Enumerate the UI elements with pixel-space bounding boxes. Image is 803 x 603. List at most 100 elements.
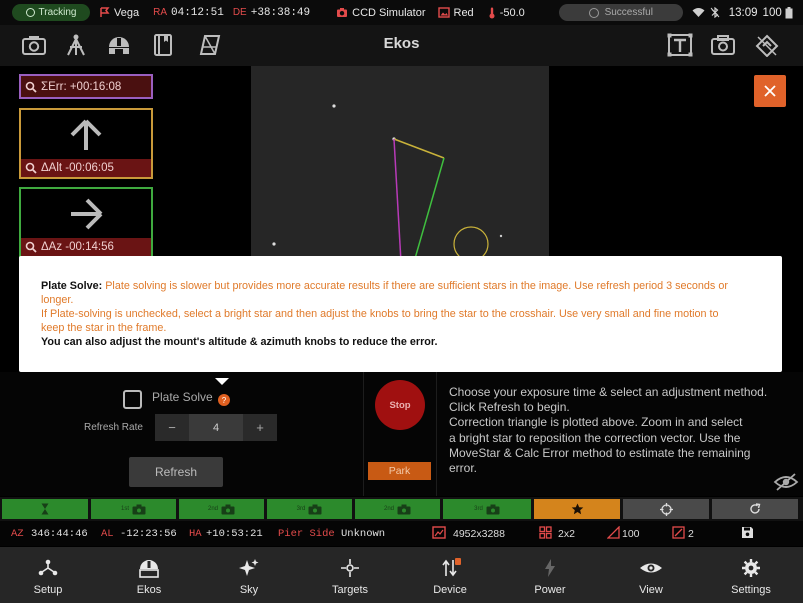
offset-value: 2 bbox=[688, 528, 694, 540]
al-value: -12:23:56 bbox=[120, 528, 177, 540]
az-value: 346:44:46 bbox=[31, 528, 88, 540]
gear-icon bbox=[742, 559, 760, 577]
sync-target-icon[interactable] bbox=[754, 33, 780, 57]
instruction-line: a bright star to reposition the correcti… bbox=[449, 430, 741, 445]
camera-icon bbox=[337, 8, 348, 17]
nav-power[interactable]: Power bbox=[500, 547, 600, 603]
observatory-icon bbox=[139, 560, 159, 578]
gain-icon bbox=[607, 526, 620, 539]
tooltip-line-2: longer. bbox=[41, 294, 74, 306]
fits-image-view[interactable] bbox=[251, 66, 549, 262]
divider bbox=[436, 372, 437, 496]
nav-settings[interactable]: Settings bbox=[701, 547, 801, 603]
camera-icon bbox=[308, 504, 322, 514]
device-transfer-icon bbox=[442, 558, 461, 577]
bottom-navigation: Setup Ekos Sky Targets Device Power View bbox=[0, 547, 803, 603]
search-icon bbox=[25, 241, 37, 253]
tooltip-line-5: You can also adjust the mount's altitude… bbox=[41, 336, 438, 348]
camera-name: CCD Simulator bbox=[352, 6, 426, 19]
tooltip-line-3: If Plate-solving is unchecked, select a … bbox=[41, 308, 719, 320]
azimuth-error-text: ΔAz -00:14:56 bbox=[41, 241, 114, 253]
camera-icon bbox=[397, 504, 411, 514]
instruction-line: error. bbox=[449, 461, 478, 476]
nav-device[interactable]: Device bbox=[400, 547, 500, 603]
solve-status-pill[interactable]: Successful bbox=[558, 4, 683, 21]
nav-ekos[interactable]: Ekos bbox=[99, 547, 199, 603]
capture-4-label: 2nd bbox=[383, 506, 394, 512]
altitude-error-label: ΔAlt -00:06:05 bbox=[21, 159, 151, 177]
crosshair-button[interactable] bbox=[623, 499, 709, 519]
reload-button[interactable] bbox=[712, 499, 798, 519]
status-bar: Tracking Vega RA 04:12:51 DE +38:38:49 C… bbox=[0, 0, 803, 25]
clock: 13:09 bbox=[728, 6, 758, 19]
ha-label: HA bbox=[189, 528, 202, 540]
binning-icon bbox=[539, 526, 552, 539]
nav-setup-label: Setup bbox=[33, 584, 63, 596]
save-icon[interactable] bbox=[741, 526, 754, 539]
plate-solve-checkbox[interactable] bbox=[123, 390, 142, 409]
target-name: Vega bbox=[114, 6, 140, 19]
azimuth-error-label: ΔAz -00:14:56 bbox=[21, 238, 151, 256]
nav-sky-label: Sky bbox=[239, 584, 259, 596]
thermometer-icon bbox=[489, 7, 495, 18]
target-info: Vega bbox=[99, 7, 139, 19]
tracking-status-pill[interactable]: Tracking bbox=[12, 4, 90, 21]
pier-side-value: Unknown bbox=[341, 528, 386, 540]
al-label: AL bbox=[101, 528, 114, 540]
instructions-text: Choose your exposure time & select an ad… bbox=[449, 385, 789, 476]
camera-icon bbox=[132, 504, 146, 514]
camera-icon bbox=[486, 504, 500, 514]
capture-4-button[interactable]: 2nd bbox=[355, 499, 440, 519]
nav-view[interactable]: View bbox=[601, 547, 701, 603]
capture-1-label: 1st bbox=[120, 506, 129, 512]
setup-icon bbox=[38, 559, 58, 576]
decrement-button[interactable]: − bbox=[155, 414, 189, 441]
nav-view-label: View bbox=[639, 584, 663, 596]
resolution-icon bbox=[432, 526, 446, 539]
de-info: DE +38:38:49 bbox=[233, 7, 310, 19]
altitude-error-text: ΔAlt -00:06:05 bbox=[41, 162, 114, 174]
pier-side-label: Pier Side bbox=[278, 528, 335, 540]
camera-icon bbox=[221, 504, 235, 514]
nav-device-label: Device bbox=[433, 584, 467, 596]
capture-5-button[interactable]: 3rd bbox=[443, 499, 531, 519]
temperature-value: -50.0 bbox=[499, 6, 525, 19]
increment-button[interactable]: + bbox=[243, 414, 277, 441]
camera-info: CCD Simulator bbox=[336, 6, 426, 19]
capture-2-button[interactable]: 2nd bbox=[179, 499, 264, 519]
refresh-button[interactable]: Refresh bbox=[129, 457, 223, 487]
solve-status-label: Successful bbox=[604, 7, 653, 18]
tracking-icon bbox=[25, 8, 35, 17]
nav-sky[interactable]: Sky bbox=[199, 547, 299, 603]
refresh-rate-value[interactable]: 4 bbox=[189, 414, 243, 441]
nav-power-label: Power bbox=[534, 584, 566, 596]
wifi-icon bbox=[692, 8, 705, 17]
nav-settings-label: Settings bbox=[731, 584, 771, 596]
offset-icon bbox=[672, 526, 685, 539]
capture-3-button[interactable]: 3rd bbox=[267, 499, 352, 519]
nav-targets-label: Targets bbox=[331, 584, 369, 596]
ra-value: 04:12:51 bbox=[171, 6, 224, 19]
total-error-text: ΣErr: +00:16:08 bbox=[41, 80, 122, 93]
tooltip-pointer bbox=[215, 378, 229, 385]
stop-button[interactable]: Stop bbox=[375, 380, 425, 430]
plate-solve-label: Plate Solve bbox=[152, 390, 213, 404]
nav-targets[interactable]: Targets bbox=[300, 547, 400, 603]
capture-1-button[interactable]: 1st bbox=[91, 499, 176, 519]
binning-value: 2x2 bbox=[558, 528, 575, 540]
filter-name: Red bbox=[453, 6, 474, 19]
arrow-right-icon bbox=[71, 198, 103, 230]
eye-off-icon[interactable] bbox=[773, 472, 799, 492]
preview-camera-icon[interactable] bbox=[710, 33, 736, 57]
select-star-button[interactable] bbox=[534, 499, 620, 519]
text-overlay-icon[interactable] bbox=[667, 33, 693, 57]
target-flag-icon bbox=[100, 7, 110, 17]
help-icon[interactable]: ? bbox=[218, 394, 230, 406]
de-label: DE bbox=[232, 7, 247, 18]
hourglass-exposure-button[interactable] bbox=[2, 499, 88, 519]
close-button[interactable] bbox=[754, 75, 786, 107]
park-button[interactable]: Park bbox=[368, 462, 431, 480]
capture-5-label: 3rd bbox=[474, 506, 483, 512]
battery-level: 100 bbox=[762, 6, 782, 19]
nav-setup[interactable]: Setup bbox=[0, 547, 98, 603]
